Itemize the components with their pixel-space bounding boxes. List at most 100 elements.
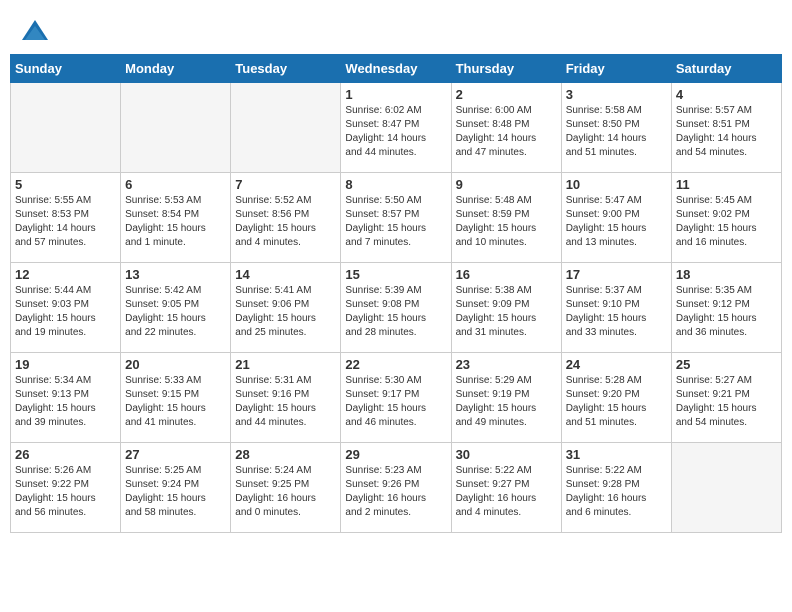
calendar-cell: 9 Sunrise: 5:48 AMSunset: 8:59 PMDaylight… bbox=[451, 173, 561, 263]
calendar-cell: 7 Sunrise: 5:52 AMSunset: 8:56 PMDaylight… bbox=[231, 173, 341, 263]
cell-content: Sunrise: 5:29 AMSunset: 9:19 PMDaylight:… bbox=[456, 374, 557, 430]
day-number: 8 bbox=[345, 177, 446, 192]
day-number: 4 bbox=[676, 87, 777, 102]
calendar-cell: 31 Sunrise: 5:22 AMSunset: 9:28 PMDayligh… bbox=[561, 443, 671, 533]
cell-content: Sunrise: 5:39 AMSunset: 9:08 PMDaylight:… bbox=[345, 284, 446, 340]
day-number: 26 bbox=[15, 447, 116, 462]
calendar-cell: 22 Sunrise: 5:30 AMSunset: 9:17 PMDayligh… bbox=[341, 353, 451, 443]
day-number: 12 bbox=[15, 267, 116, 282]
cell-content: Sunrise: 5:45 AMSunset: 9:02 PMDaylight:… bbox=[676, 194, 777, 250]
calendar-cell bbox=[11, 83, 121, 173]
cell-content: Sunrise: 5:27 AMSunset: 9:21 PMDaylight:… bbox=[676, 374, 777, 430]
cell-content: Sunrise: 5:48 AMSunset: 8:59 PMDaylight:… bbox=[456, 194, 557, 250]
weekday-header: Sunday bbox=[11, 55, 121, 83]
day-number: 1 bbox=[345, 87, 446, 102]
day-number: 17 bbox=[566, 267, 667, 282]
cell-content: Sunrise: 5:24 AMSunset: 9:25 PMDaylight:… bbox=[235, 464, 336, 520]
weekday-header: Monday bbox=[121, 55, 231, 83]
day-number: 14 bbox=[235, 267, 336, 282]
calendar-cell: 14 Sunrise: 5:41 AMSunset: 9:06 PMDayligh… bbox=[231, 263, 341, 353]
cell-content: Sunrise: 5:33 AMSunset: 9:15 PMDaylight:… bbox=[125, 374, 226, 430]
day-number: 30 bbox=[456, 447, 557, 462]
cell-content: Sunrise: 5:25 AMSunset: 9:24 PMDaylight:… bbox=[125, 464, 226, 520]
day-number: 28 bbox=[235, 447, 336, 462]
calendar-cell bbox=[671, 443, 781, 533]
day-number: 9 bbox=[456, 177, 557, 192]
calendar-cell: 5Sunrise: 5:55 AMSunset: 8:53 PMDaylight… bbox=[11, 173, 121, 263]
day-number: 19 bbox=[15, 357, 116, 372]
calendar-cell: 20 Sunrise: 5:33 AMSunset: 9:15 PMDayligh… bbox=[121, 353, 231, 443]
calendar-cell: 15Sunrise: 5:39 AMSunset: 9:08 PMDayligh… bbox=[341, 263, 451, 353]
calendar-cell bbox=[121, 83, 231, 173]
day-number: 16 bbox=[456, 267, 557, 282]
day-number: 11 bbox=[676, 177, 777, 192]
cell-content: Sunrise: 5:38 AMSunset: 9:09 PMDaylight:… bbox=[456, 284, 557, 340]
calendar-cell: 21 Sunrise: 5:31 AMSunset: 9:16 PMDayligh… bbox=[231, 353, 341, 443]
calendar-cell: 3 Sunrise: 5:58 AMSunset: 8:50 PMDaylight… bbox=[561, 83, 671, 173]
calendar-cell: 26 Sunrise: 5:26 AMSunset: 9:22 PMDayligh… bbox=[11, 443, 121, 533]
cell-content: Sunrise: 6:02 AMSunset: 8:47 PMDaylight:… bbox=[345, 104, 446, 160]
calendar-cell: 18 Sunrise: 5:35 AMSunset: 9:12 PMDayligh… bbox=[671, 263, 781, 353]
cell-content: Sunrise: 5:52 AMSunset: 8:56 PMDaylight:… bbox=[235, 194, 336, 250]
calendar-cell: 4 Sunrise: 5:57 AMSunset: 8:51 PMDaylight… bbox=[671, 83, 781, 173]
calendar-cell: 23Sunrise: 5:29 AMSunset: 9:19 PMDayligh… bbox=[451, 353, 561, 443]
cell-content: Sunrise: 5:41 AMSunset: 9:06 PMDaylight:… bbox=[235, 284, 336, 340]
logo-icon bbox=[20, 18, 50, 48]
cell-content: Sunrise: 5:42 AMSunset: 9:05 PMDaylight:… bbox=[125, 284, 226, 340]
cell-content: Sunrise: 5:30 AMSunset: 9:17 PMDaylight:… bbox=[345, 374, 446, 430]
day-number: 31 bbox=[566, 447, 667, 462]
calendar-week-row: 5Sunrise: 5:55 AMSunset: 8:53 PMDaylight… bbox=[11, 173, 782, 263]
calendar-cell: 29 Sunrise: 5:23 AMSunset: 9:26 PMDayligh… bbox=[341, 443, 451, 533]
logo bbox=[20, 18, 54, 48]
day-number: 25 bbox=[676, 357, 777, 372]
calendar-cell: 1 Sunrise: 6:02 AMSunset: 8:47 PMDaylight… bbox=[341, 83, 451, 173]
cell-content: Sunrise: 5:22 AMSunset: 9:27 PMDaylight:… bbox=[456, 464, 557, 520]
cell-content: Sunrise: 5:57 AMSunset: 8:51 PMDaylight:… bbox=[676, 104, 777, 160]
cell-content: Sunrise: 5:31 AMSunset: 9:16 PMDaylight:… bbox=[235, 374, 336, 430]
day-number: 3 bbox=[566, 87, 667, 102]
cell-content: Sunrise: 5:58 AMSunset: 8:50 PMDaylight:… bbox=[566, 104, 667, 160]
calendar-cell: 11 Sunrise: 5:45 AMSunset: 9:02 PMDayligh… bbox=[671, 173, 781, 263]
calendar-cell: 6Sunrise: 5:53 AMSunset: 8:54 PMDaylight… bbox=[121, 173, 231, 263]
cell-content: Sunrise: 5:37 AMSunset: 9:10 PMDaylight:… bbox=[566, 284, 667, 340]
calendar-week-row: 12 Sunrise: 5:44 AMSunset: 9:03 PMDayligh… bbox=[11, 263, 782, 353]
day-number: 6 bbox=[125, 177, 226, 192]
day-number: 29 bbox=[345, 447, 446, 462]
calendar-cell bbox=[231, 83, 341, 173]
day-number: 22 bbox=[345, 357, 446, 372]
cell-content: Sunrise: 5:28 AMSunset: 9:20 PMDaylight:… bbox=[566, 374, 667, 430]
calendar-cell: 28 Sunrise: 5:24 AMSunset: 9:25 PMDayligh… bbox=[231, 443, 341, 533]
day-number: 27 bbox=[125, 447, 226, 462]
calendar-cell: 12 Sunrise: 5:44 AMSunset: 9:03 PMDayligh… bbox=[11, 263, 121, 353]
day-number: 20 bbox=[125, 357, 226, 372]
calendar-cell: 2Sunrise: 6:00 AMSunset: 8:48 PMDaylight… bbox=[451, 83, 561, 173]
calendar-cell: 27 Sunrise: 5:25 AMSunset: 9:24 PMDayligh… bbox=[121, 443, 231, 533]
calendar-cell: 16 Sunrise: 5:38 AMSunset: 9:09 PMDayligh… bbox=[451, 263, 561, 353]
cell-content: Sunrise: 5:44 AMSunset: 9:03 PMDaylight:… bbox=[15, 284, 116, 340]
calendar-week-row: 19 Sunrise: 5:34 AMSunset: 9:13 PMDayligh… bbox=[11, 353, 782, 443]
cell-content: Sunrise: 5:55 AMSunset: 8:53 PMDaylight:… bbox=[15, 194, 116, 250]
calendar-cell: 25 Sunrise: 5:27 AMSunset: 9:21 PMDayligh… bbox=[671, 353, 781, 443]
page-header bbox=[10, 10, 782, 54]
weekday-header-row: SundayMondayTuesdayWednesdayThursdayFrid… bbox=[11, 55, 782, 83]
cell-content: Sunrise: 5:34 AMSunset: 9:13 PMDaylight:… bbox=[15, 374, 116, 430]
calendar-cell: 8Sunrise: 5:50 AMSunset: 8:57 PMDaylight… bbox=[341, 173, 451, 263]
calendar-cell: 30 Sunrise: 5:22 AMSunset: 9:27 PMDayligh… bbox=[451, 443, 561, 533]
cell-content: Sunrise: 5:35 AMSunset: 9:12 PMDaylight:… bbox=[676, 284, 777, 340]
calendar-week-row: 26 Sunrise: 5:26 AMSunset: 9:22 PMDayligh… bbox=[11, 443, 782, 533]
day-number: 7 bbox=[235, 177, 336, 192]
weekday-header: Tuesday bbox=[231, 55, 341, 83]
calendar-cell: 13Sunrise: 5:42 AMSunset: 9:05 PMDayligh… bbox=[121, 263, 231, 353]
cell-content: Sunrise: 6:00 AMSunset: 8:48 PMDaylight:… bbox=[456, 104, 557, 160]
cell-content: Sunrise: 5:47 AMSunset: 9:00 PMDaylight:… bbox=[566, 194, 667, 250]
day-number: 18 bbox=[676, 267, 777, 282]
day-number: 24 bbox=[566, 357, 667, 372]
calendar-cell: 19 Sunrise: 5:34 AMSunset: 9:13 PMDayligh… bbox=[11, 353, 121, 443]
cell-content: Sunrise: 5:26 AMSunset: 9:22 PMDaylight:… bbox=[15, 464, 116, 520]
day-number: 10 bbox=[566, 177, 667, 192]
weekday-header: Friday bbox=[561, 55, 671, 83]
day-number: 21 bbox=[235, 357, 336, 372]
cell-content: Sunrise: 5:23 AMSunset: 9:26 PMDaylight:… bbox=[345, 464, 446, 520]
cell-content: Sunrise: 5:22 AMSunset: 9:28 PMDaylight:… bbox=[566, 464, 667, 520]
calendar-cell: 10 Sunrise: 5:47 AMSunset: 9:00 PMDayligh… bbox=[561, 173, 671, 263]
